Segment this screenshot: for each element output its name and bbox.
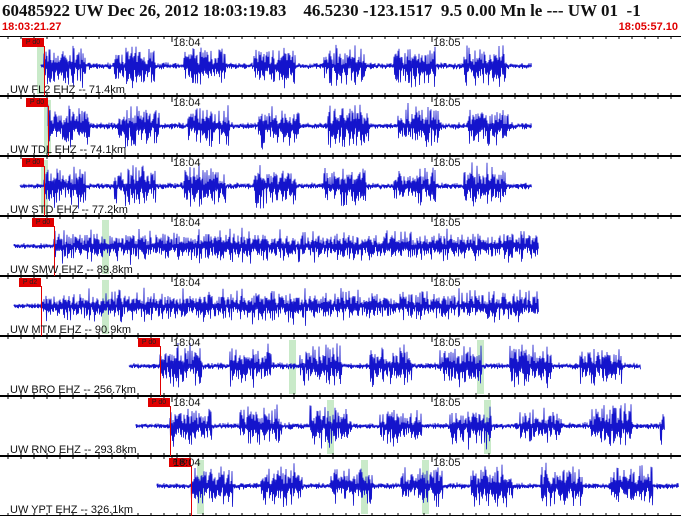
- pick-flag[interactable]: P d0: [22, 38, 44, 47]
- end-time-label: 18:05:57.10: [618, 21, 678, 33]
- pick-marker-line[interactable]: [191, 466, 192, 516]
- waveform-line: [40, 44, 532, 89]
- pick-flag[interactable]: P d0: [26, 98, 48, 107]
- trace-panel[interactable]: P d2 18:04 18:05 UW MTM EHZ -- 90.9km: [0, 276, 681, 336]
- time-tick-label: 18:05: [433, 457, 461, 469]
- pick-marker-line[interactable]: [170, 406, 171, 456]
- pick-marker-line[interactable]: [160, 346, 161, 396]
- time-tick-label: 18:04: [173, 97, 201, 109]
- trace-panel[interactable]: P d0 18:04 18:05 UW STD EHZ -- 77.2km: [0, 156, 681, 216]
- start-time-label: 18:03:21.27: [2, 21, 62, 33]
- time-tick-label: 18:04: [173, 157, 201, 169]
- trace-panel[interactable]: P d0 18:04 18:05 UW YPT EHZ -- 326.1km: [0, 456, 681, 516]
- time-tick-label: 18:05: [433, 37, 461, 49]
- waveform-line: [47, 102, 532, 150]
- station-label: UW MTM EHZ -- 90.9km: [10, 324, 131, 336]
- time-tick-label: 18:05: [433, 277, 461, 289]
- waveform-line: [156, 462, 679, 508]
- time-tick-label: 18:05: [433, 97, 461, 109]
- waveform-line: [13, 287, 539, 326]
- station-label: UW STD EHZ -- 77.2km: [10, 204, 128, 216]
- pick-flag[interactable]: P d0: [22, 158, 44, 167]
- seismogram-header: 60485922 UW Dec 26, 2012 18:03:19.83 46.…: [0, 0, 681, 36]
- pick-flag[interactable]: P d0: [32, 218, 54, 227]
- waveform-line: [135, 403, 665, 450]
- waveform-line: [19, 162, 532, 209]
- waveform-line: [13, 227, 539, 265]
- time-tick-label: 18:05: [433, 397, 461, 409]
- station-label: UW SMW EHZ -- 89.8km: [10, 264, 133, 276]
- time-tick-label: 18:04: [173, 277, 201, 289]
- station-label: UW TDL EHZ -- 74.1km: [10, 144, 127, 156]
- time-tick-label: 18:04: [173, 397, 201, 409]
- trace-panel[interactable]: P d0 18:04 18:05 UW TDL EHZ -- 74.1km: [0, 96, 681, 156]
- waveform-line: [128, 342, 641, 389]
- trace-panel[interactable]: P d0 18:04 18:05 UW BRO EHZ -- 256.7km: [0, 336, 681, 396]
- pick-flag[interactable]: P d0: [138, 338, 160, 347]
- pick-flag[interactable]: P d0: [148, 398, 170, 407]
- trace-panel[interactable]: P d0 18:04 18:05 UW FL2 EHZ -- 71.4km: [0, 36, 681, 96]
- trace-panel[interactable]: P d0 18:04 18:05 UW SMW EHZ -- 89.8km: [0, 216, 681, 276]
- trace-panel[interactable]: P d0 18:04 18:05 UW RNO EHZ -- 293.8km: [0, 396, 681, 456]
- time-tick-label: 18:04: [173, 337, 201, 349]
- event-title: 60485922 UW Dec 26, 2012 18:03:19.83 46.…: [2, 1, 641, 20]
- station-label: UW FL2 EHZ -- 71.4km: [10, 84, 125, 96]
- time-tick-label: 18:05: [433, 157, 461, 169]
- time-tick-label: 18:04: [173, 457, 201, 469]
- time-tick-label: 18:05: [433, 217, 461, 229]
- time-tick-label: 18:04: [173, 217, 201, 229]
- station-label: UW YPT EHZ -- 326.1km: [10, 504, 134, 516]
- trace-stack[interactable]: P d0 18:04 18:05 UW FL2 EHZ -- 71.4km P d0 18…: [0, 36, 681, 518]
- station-label: UW BRO EHZ -- 256.7km: [10, 384, 136, 396]
- time-tick-label: 18:04: [173, 37, 201, 49]
- time-tick-label: 18:05: [433, 337, 461, 349]
- station-label: UW RNO EHZ -- 293.8km: [10, 444, 137, 456]
- pick-flag[interactable]: P d2: [19, 278, 41, 287]
